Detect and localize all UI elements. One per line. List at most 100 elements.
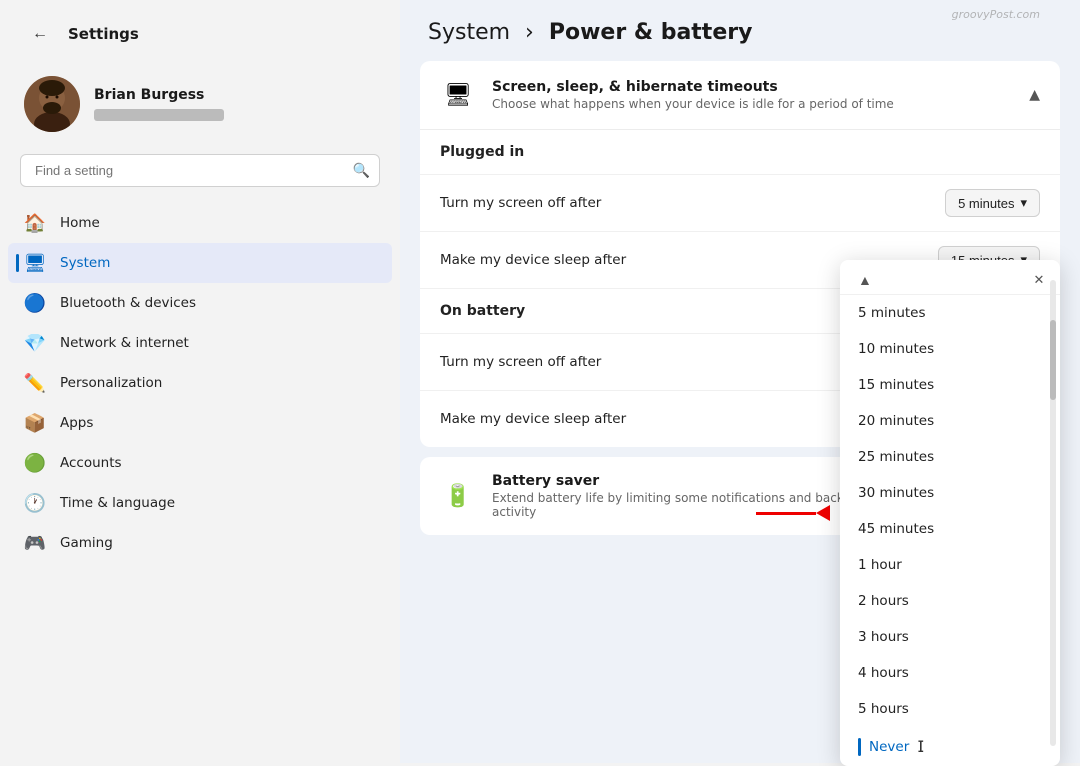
sidebar-item-gaming[interactable]: 🎮 Gaming xyxy=(8,523,392,563)
time-icon: 🕐 xyxy=(24,492,46,514)
sidebar-item-accounts-label: Accounts xyxy=(60,455,122,471)
on-battery-label: On battery xyxy=(440,303,525,319)
popup-close-button[interactable]: ✕ xyxy=(1028,269,1050,291)
dropdown-option-5hours-label: 5 hours xyxy=(858,701,909,717)
sidebar-item-time-label: Time & language xyxy=(60,495,175,511)
battery-icon: 🔋 xyxy=(440,478,476,514)
sidebar-title: Settings xyxy=(68,25,139,43)
on-battery-screen-off-label: Turn my screen off after xyxy=(440,354,601,370)
search-box: 🔍 xyxy=(20,154,380,187)
popup-up-button[interactable]: ▲ xyxy=(850,268,880,292)
plugged-in-screen-off-dropdown[interactable]: 5 minutes ▾ xyxy=(945,189,1040,217)
home-icon: 🏠 xyxy=(24,212,46,234)
sidebar-header: ← Settings xyxy=(0,0,400,62)
personalization-icon: ✏️ xyxy=(24,372,46,394)
scrollbar-thumb[interactable] xyxy=(1050,320,1056,400)
search-input[interactable] xyxy=(20,154,380,187)
dropdown-option-2hours-label: 2 hours xyxy=(858,593,909,609)
dropdown-option-never[interactable]: Never 𝖨 xyxy=(840,727,1060,766)
dropdown-option-45min[interactable]: 45 minutes xyxy=(840,511,1060,547)
sidebar-item-personalization[interactable]: ✏️ Personalization xyxy=(8,363,392,403)
back-icon: ← xyxy=(32,25,48,43)
dropdown-option-30min-label: 30 minutes xyxy=(858,485,934,501)
breadcrumb-separator: › xyxy=(525,20,534,45)
arrow-head xyxy=(816,505,830,521)
dropdown-option-3hours[interactable]: 3 hours xyxy=(840,619,1060,655)
back-button[interactable]: ← xyxy=(24,18,56,50)
sidebar-item-network-label: Network & internet xyxy=(60,335,189,351)
sleep-section-title: Screen, sleep, & hibernate timeouts xyxy=(492,79,894,95)
cursor-icon: 𝖨 xyxy=(917,737,924,756)
dropdown-option-1hour[interactable]: 1 hour xyxy=(840,547,1060,583)
dropdown-option-5min[interactable]: 5 minutes xyxy=(840,295,1060,331)
dropdown-option-4hours[interactable]: 4 hours xyxy=(840,655,1060,691)
selected-indicator xyxy=(858,738,861,756)
user-info: Brian Burgess xyxy=(94,87,224,121)
page-header: System › Power & battery xyxy=(400,0,1080,61)
scrollbar-track[interactable] xyxy=(1050,280,1056,746)
plugged-in-sleep-label: Make my device sleep after xyxy=(440,252,626,268)
plugged-in-screen-off-row: Turn my screen off after 5 minutes ▾ xyxy=(420,175,1060,232)
sidebar-item-personalization-label: Personalization xyxy=(60,375,162,391)
dropdown-option-never-label: Never xyxy=(869,739,909,755)
breadcrumb-page: Power & battery xyxy=(549,20,753,45)
user-name: Brian Burgess xyxy=(94,87,224,103)
network-icon: 💎 xyxy=(24,332,46,354)
dropdown-option-10min[interactable]: 10 minutes xyxy=(840,331,1060,367)
system-icon: 🖥 xyxy=(24,252,46,274)
dropdown-option-5hours[interactable]: 5 hours xyxy=(840,691,1060,727)
sidebar-item-network[interactable]: 💎 Network & internet xyxy=(8,323,392,363)
dropdown-option-10min-label: 10 minutes xyxy=(858,341,934,357)
sidebar-item-home[interactable]: 🏠 Home xyxy=(8,203,392,243)
dropdown-option-20min[interactable]: 20 minutes xyxy=(840,403,1060,439)
user-email-blur xyxy=(94,109,224,121)
sleep-section-header: 🖥 Screen, sleep, & hibernate timeouts Ch… xyxy=(420,61,1060,130)
dropdown-option-4hours-label: 4 hours xyxy=(858,665,909,681)
plugged-in-header-row: Plugged in xyxy=(420,130,1060,175)
active-indicator xyxy=(16,254,19,272)
dropdown-option-15min-label: 15 minutes xyxy=(858,377,934,393)
sleep-section-desc: Choose what happens when your device is … xyxy=(492,97,894,111)
user-profile: Brian Burgess xyxy=(0,62,400,146)
plugged-in-label: Plugged in xyxy=(440,144,524,160)
plugged-in-screen-off-label: Turn my screen off after xyxy=(440,195,601,211)
sidebar-item-system-label: System xyxy=(60,255,110,271)
sidebar-item-home-label: Home xyxy=(60,215,100,231)
search-icon: 🔍 xyxy=(353,163,370,179)
dropdown-option-1hour-label: 1 hour xyxy=(858,557,902,573)
dropdown-option-15min[interactable]: 15 minutes xyxy=(840,367,1060,403)
nav-list: 🏠 Home 🖥 System 🔵 Bluetooth & devices 💎 … xyxy=(0,199,400,763)
dropdown-option-45min-label: 45 minutes xyxy=(858,521,934,537)
sidebar-item-accounts[interactable]: 🟢 Accounts xyxy=(8,443,392,483)
dropdown-option-30min[interactable]: 30 minutes xyxy=(840,475,1060,511)
sidebar: ← Settings xyxy=(0,0,400,763)
sidebar-item-apps-label: Apps xyxy=(60,415,93,431)
dropdown-popup: ▲ ✕ 5 minutes 10 minutes 15 minutes 20 m… xyxy=(840,260,1060,766)
arrow-line xyxy=(756,512,816,515)
dropdown-option-25min[interactable]: 25 minutes xyxy=(840,439,1060,475)
gaming-icon: 🎮 xyxy=(24,532,46,554)
sidebar-item-time[interactable]: 🕐 Time & language xyxy=(8,483,392,523)
sidebar-item-apps[interactable]: 📦 Apps xyxy=(8,403,392,443)
apps-icon: 📦 xyxy=(24,412,46,434)
chevron-down-icon: ▾ xyxy=(1020,195,1027,211)
plugged-in-screen-off-value: 5 minutes xyxy=(958,196,1014,211)
sidebar-item-bluetooth-label: Bluetooth & devices xyxy=(60,295,196,311)
dropdown-option-2hours[interactable]: 2 hours xyxy=(840,583,1060,619)
dropdown-option-5min-label: 5 minutes xyxy=(858,305,926,321)
on-battery-sleep-label: Make my device sleep after xyxy=(440,411,626,427)
popup-header-row: ▲ ✕ xyxy=(850,268,1050,292)
red-arrow-annotation xyxy=(756,505,830,521)
sidebar-item-gaming-label: Gaming xyxy=(60,535,113,551)
avatar xyxy=(24,76,80,132)
breadcrumb-system: System xyxy=(428,20,510,45)
dropdown-option-25min-label: 25 minutes xyxy=(858,449,934,465)
sidebar-item-system[interactable]: 🖥 System xyxy=(8,243,392,283)
screen-sleep-icon: 🖥 xyxy=(440,77,476,113)
sidebar-item-bluetooth[interactable]: 🔵 Bluetooth & devices xyxy=(8,283,392,323)
bluetooth-icon: 🔵 xyxy=(24,292,46,314)
sleep-section-chevron[interactable]: ▲ xyxy=(1029,87,1040,103)
accounts-icon: 🟢 xyxy=(24,452,46,474)
popup-header: ▲ ✕ xyxy=(840,260,1060,295)
sleep-section-text: Screen, sleep, & hibernate timeouts Choo… xyxy=(492,79,894,111)
